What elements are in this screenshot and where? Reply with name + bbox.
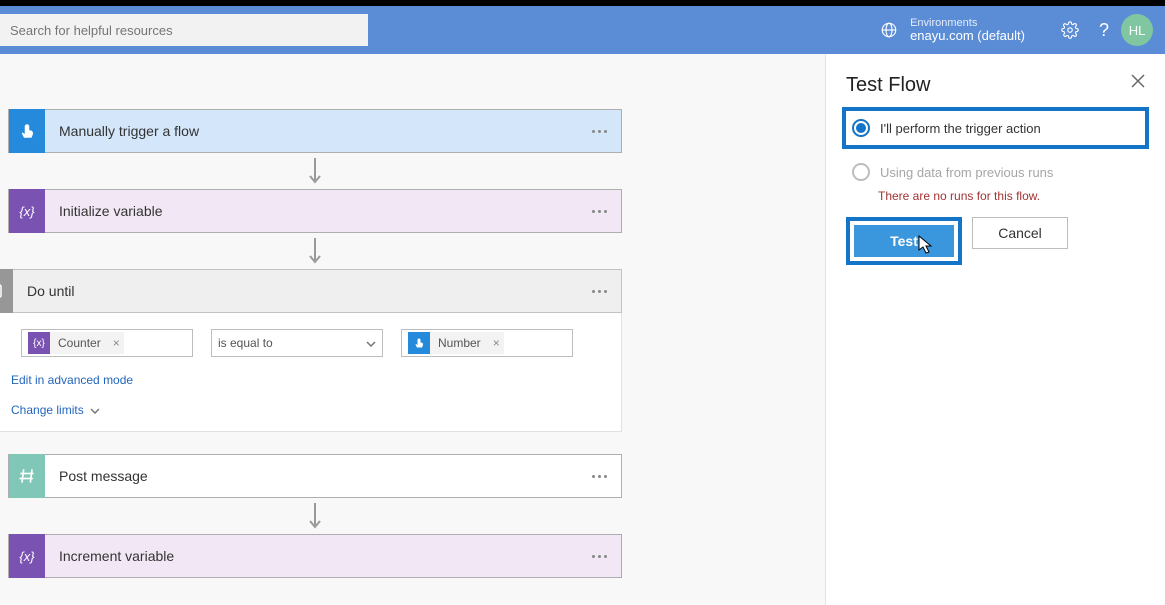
- option-previous-runs: Using data from previous runs: [846, 155, 1145, 189]
- remove-token-icon[interactable]: ×: [109, 332, 124, 354]
- variable-icon: {x}: [9, 534, 45, 578]
- arrow-down-icon: [8, 233, 622, 269]
- condition-right-input[interactable]: Number×: [401, 329, 573, 357]
- app-header: Environments enayu.com (default) ? HL: [0, 6, 1165, 54]
- token-number[interactable]: Number×: [408, 332, 504, 354]
- condition-left-input[interactable]: {x}Counter×: [21, 329, 193, 357]
- touch-icon: [9, 109, 45, 153]
- chevron-down-icon: [90, 403, 100, 417]
- user-avatar[interactable]: HL: [1121, 14, 1153, 46]
- change-limits-link[interactable]: Change limits: [11, 403, 100, 417]
- env-name: enayu.com (default): [910, 29, 1025, 43]
- step-menu-icon[interactable]: [578, 290, 621, 293]
- help-icon[interactable]: ?: [1099, 20, 1109, 41]
- remove-token-icon[interactable]: ×: [489, 332, 504, 354]
- panel-title: Test Flow: [846, 74, 1145, 97]
- chevron-down-icon: [366, 336, 376, 350]
- step-increment-variable[interactable]: {x} Increment variable: [8, 534, 622, 578]
- loop-icon: [0, 269, 13, 313]
- search-wrapper: [0, 14, 368, 46]
- no-runs-message: There are no runs for this flow.: [878, 189, 1145, 203]
- test-button[interactable]: Test: [854, 225, 954, 257]
- condition-operator-select[interactable]: is equal to: [211, 329, 383, 357]
- globe-icon: [880, 21, 898, 39]
- cursor-icon: [918, 235, 934, 258]
- close-icon[interactable]: [1131, 74, 1145, 93]
- step-menu-icon[interactable]: [578, 130, 621, 133]
- radio-selected-icon: [852, 119, 870, 137]
- option-perform-trigger[interactable]: I'll perform the trigger action: [842, 107, 1149, 149]
- step-post-label: Post message: [45, 468, 578, 484]
- step-increment-label: Increment variable: [45, 548, 578, 564]
- hash-icon: [9, 454, 45, 498]
- flow-canvas: Manually trigger a flow {x} Initialize v…: [0, 54, 825, 605]
- arrow-down-icon: [8, 498, 622, 534]
- arrow-down-icon: [8, 153, 622, 189]
- settings-icon[interactable]: [1061, 21, 1079, 39]
- token-counter[interactable]: {x}Counter×: [28, 332, 124, 354]
- do-until-header[interactable]: Do until: [0, 269, 622, 313]
- step-post-message[interactable]: Post message: [8, 454, 622, 498]
- edit-advanced-link[interactable]: Edit in advanced mode: [11, 373, 133, 387]
- header-icons: ?: [1061, 20, 1109, 41]
- variable-icon: {x}: [9, 189, 45, 233]
- search-input[interactable]: [0, 14, 368, 46]
- step-do-until: Do until {x}Counter× is equal to: [0, 269, 622, 432]
- step-menu-icon[interactable]: [578, 210, 621, 213]
- step-init-label: Initialize variable: [45, 203, 578, 219]
- do-until-label: Do until: [13, 283, 578, 299]
- step-initialize-variable[interactable]: {x} Initialize variable: [8, 189, 622, 233]
- step-menu-icon[interactable]: [578, 475, 621, 478]
- step-trigger[interactable]: Manually trigger a flow: [8, 109, 622, 153]
- step-menu-icon[interactable]: [578, 555, 621, 558]
- test-button-highlight: Test: [846, 217, 962, 265]
- radio-unselected-icon: [852, 163, 870, 181]
- step-trigger-label: Manually trigger a flow: [45, 123, 578, 139]
- test-flow-panel: Test Flow I'll perform the trigger actio…: [825, 54, 1165, 605]
- environment-picker[interactable]: Environments enayu.com (default): [880, 17, 1025, 43]
- cancel-button[interactable]: Cancel: [972, 217, 1068, 249]
